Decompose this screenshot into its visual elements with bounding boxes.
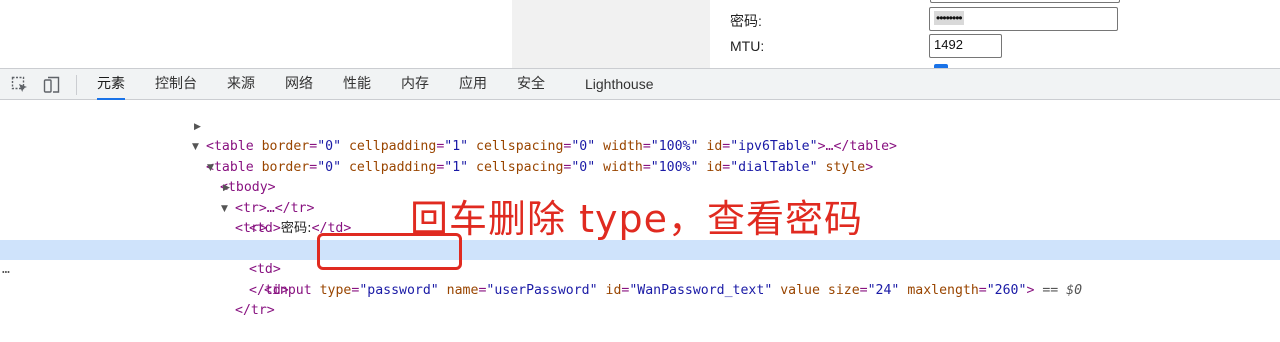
clipped-input-field[interactable] <box>930 0 1120 3</box>
dom-node-tr-collapsed[interactable]: ▶ <tr>…</tr> <box>0 158 1280 216</box>
mtu-label: MTU: <box>730 38 765 54</box>
dom-node-ipv6-table[interactable]: ▶ <table border="0" cellpadding="1" cell… <box>0 96 1280 155</box>
webpage-area: 密码: •••••••• MTU: 1492 <box>0 0 1280 69</box>
annotation-highlight-box <box>317 233 462 270</box>
dom-node-tbody[interactable]: ▼ <tbody> <box>0 137 1280 196</box>
dom-node-dial-table[interactable]: ▼ <table border="0" cellpadding="1" cell… <box>0 117 1280 175</box>
password-field[interactable]: •••••••• <box>929 7 1118 31</box>
toolbar-divider <box>76 75 77 95</box>
page-gray-panel <box>512 0 710 68</box>
dom-node-tr-close[interactable]: </tr> <box>0 281 1280 318</box>
inspect-element-icon[interactable] <box>11 76 29 94</box>
device-toolbar-icon[interactable] <box>43 76 61 94</box>
password-label: 密码: <box>730 13 762 29</box>
password-mask: •••••••• <box>934 11 964 25</box>
mtu-value: 1492 <box>934 37 963 52</box>
dom-node-td-close[interactable]: </td> <box>0 260 1280 298</box>
annotation-text: 回车删除 type，查看密码 <box>410 197 863 241</box>
mtu-input[interactable]: 1492 <box>929 34 1002 58</box>
